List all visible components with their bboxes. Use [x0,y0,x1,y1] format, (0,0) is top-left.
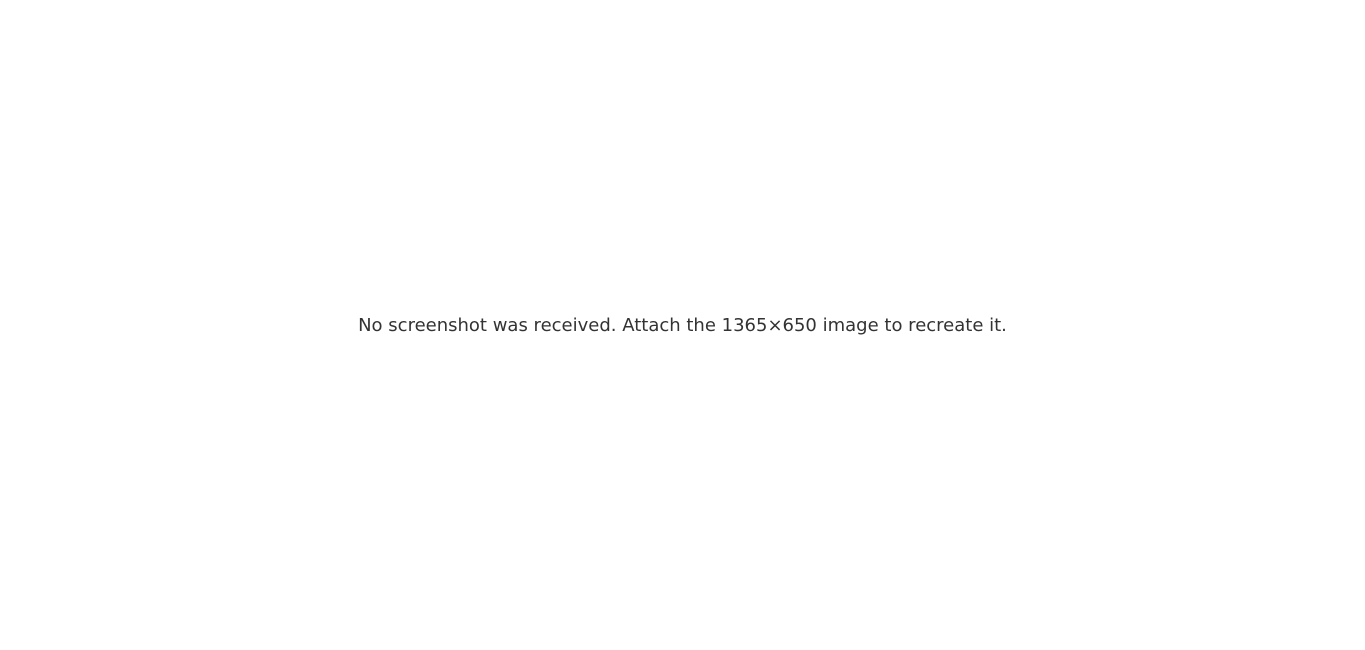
missing-image-notice: No screenshot was received. Attach the 1… [0,0,1365,650]
missing-image-message: No screenshot was received. Attach the 1… [358,314,1007,336]
